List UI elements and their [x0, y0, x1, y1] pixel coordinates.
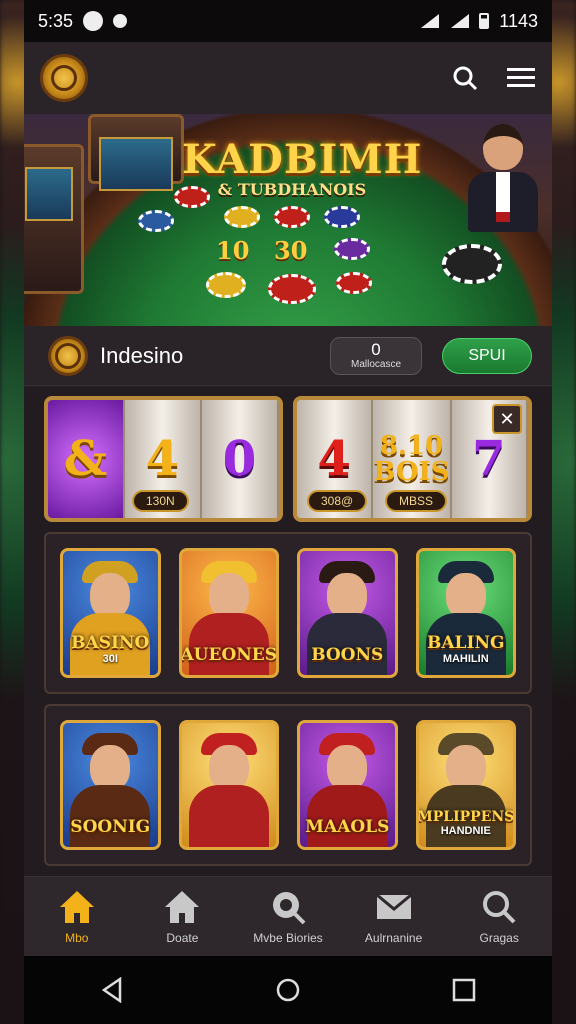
counter-value: 0 [371, 340, 381, 359]
slot-machine[interactable]: 4 8.10 BOIS 7 308@ MBSS ✕ [293, 396, 532, 522]
house-icon [165, 890, 200, 923]
chip-icon [206, 272, 246, 298]
game-title: BASINO [71, 633, 150, 654]
nav-search[interactable]: Gragas [446, 889, 552, 945]
nav-stories[interactable]: Mvbe Biories [235, 889, 341, 945]
nav-home[interactable]: Mbo [24, 889, 130, 945]
game-title: BALING [426, 633, 505, 654]
chip-icon [174, 186, 210, 208]
mail-icon [375, 893, 412, 919]
game-card[interactable]: BASINO 30I [60, 548, 161, 678]
reel: 0 [202, 400, 279, 518]
wifi-icon [419, 14, 440, 28]
nav-label: Doate [166, 930, 199, 945]
home-icon [59, 890, 94, 923]
search-icon[interactable] [450, 63, 480, 93]
brand-logo [48, 335, 88, 376]
slot-machine[interactable]: & 4 0 130N [44, 396, 283, 522]
slot-machines-row: & 4 0 130N 4 8.10 BOIS 7 308@ MBSS ✕ [24, 386, 552, 522]
game-card[interactable]: BALING MAHILIN [415, 548, 516, 678]
status-bar: 5:35 1143 [24, 0, 552, 42]
nav-doate[interactable]: Doate [130, 889, 236, 945]
chip-icon [324, 206, 360, 228]
game-title: MPLIPPENS [417, 809, 515, 826]
game-title: BOONS [311, 645, 384, 666]
large-chip-icon [442, 244, 502, 284]
game-card[interactable]: MAAOLS [297, 720, 398, 850]
nav-label: Mbo [65, 930, 89, 945]
hero-subtitle: & TUBDHANOIS [217, 180, 367, 199]
chip-icon [224, 206, 260, 228]
close-icon[interactable]: ✕ [492, 404, 522, 434]
game-title: MAAOLS [305, 817, 390, 838]
chip-search-icon [272, 891, 306, 924]
back-icon[interactable] [100, 977, 124, 1003]
hero-title: KADBIMH [182, 136, 423, 183]
game-title: SOONIG [70, 817, 151, 838]
hero-banner[interactable]: KADBIMH & TUBDHANOIS 10 30 [24, 114, 552, 326]
game-card[interactable]: AUEONES [178, 548, 279, 678]
chip-icon [268, 274, 316, 304]
chip-icon [138, 210, 174, 232]
game-card[interactable] [178, 720, 279, 850]
dealer-figure [468, 124, 538, 234]
home-circle-icon[interactable] [275, 977, 301, 1003]
menu-icon[interactable] [506, 63, 536, 93]
game-subtitle: MAHILIN [442, 653, 489, 665]
bottom-navigation: Mbo Doate Mvbe Biories Aulrnanine Gragas [24, 876, 552, 956]
app-logo[interactable] [40, 54, 88, 102]
game-card[interactable]: MPLIPPENS HANDNIE [415, 720, 516, 850]
chip-icon [274, 206, 310, 228]
signal-icon [449, 14, 470, 28]
battery-icon [479, 13, 490, 29]
status-time: 5:35 [38, 10, 74, 31]
chip-icon [334, 238, 370, 260]
status-right-text: 1143 [499, 10, 538, 31]
recents-icon[interactable] [452, 978, 476, 1002]
nav-label: Gragas [479, 930, 519, 945]
search-icon [483, 890, 516, 923]
notification-dot-icon [113, 14, 128, 28]
nav-mail[interactable]: Aulrnanine [341, 889, 447, 945]
reel: & [48, 400, 125, 518]
nav-label: Mvbe Biories [253, 930, 323, 945]
notification-icon [83, 11, 104, 31]
game-card[interactable]: SOONIG [60, 720, 161, 850]
system-navigation [24, 956, 552, 1024]
slot-label: 130N [132, 490, 189, 512]
brand-name: Indesino [100, 342, 184, 368]
game-title: AUEONES [180, 645, 278, 666]
games-grid: BASINO 30I AUEONES BOONS BALING MAHILIN [44, 532, 532, 694]
nav-label: Aulrnanine [364, 930, 423, 945]
app-header [24, 42, 552, 114]
spin-button[interactable]: SPUI [442, 337, 532, 374]
slot-label: MBSS [385, 490, 448, 512]
game-card[interactable]: BOONS [297, 548, 398, 678]
games-grid: SOONIG MAAOLS MPLIPPENS HANDNIE [44, 704, 532, 866]
balance-counter[interactable]: 0 Mallocasce [330, 336, 422, 375]
game-subtitle: HANDNIE [440, 825, 491, 837]
game-subtitle: 30I [102, 653, 118, 665]
info-strip: Indesino 0 Mallocasce SPUI [24, 326, 552, 386]
hero-number: 10 [216, 236, 250, 265]
slot-cabinet-left [24, 144, 84, 294]
phone-screen: 5:35 1143 KADBIMH & TUBDHANOIS 10 30 Ind… [24, 0, 552, 1024]
slot-cabinet-back [88, 114, 184, 191]
chip-icon [336, 272, 372, 294]
counter-label: Mallocasce [350, 359, 402, 370]
slot-label: 308@ [307, 490, 368, 512]
hero-number: 30 [274, 236, 308, 265]
